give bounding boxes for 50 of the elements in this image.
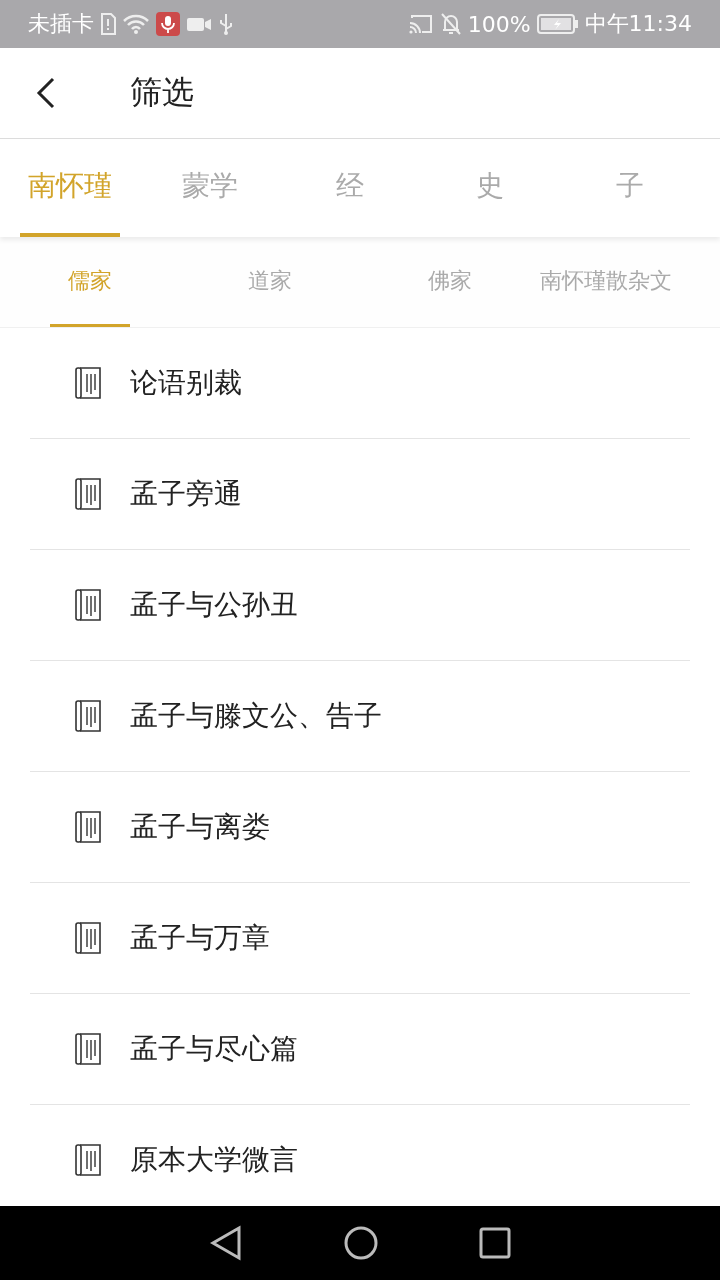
scroll-icon xyxy=(74,588,102,622)
book-item[interactable]: 孟子旁通 xyxy=(30,439,690,550)
subcategory-tab[interactable]: 儒家 xyxy=(50,237,130,327)
bell-off-icon xyxy=(439,12,462,36)
subcategory-tab[interactable]: 佛家 xyxy=(410,237,490,327)
scroll-icon xyxy=(74,810,102,844)
sim-card-icon xyxy=(100,13,116,35)
scroll-icon xyxy=(74,1032,102,1066)
scroll-icon xyxy=(74,699,102,733)
category-tab[interactable]: 经 xyxy=(300,139,400,237)
cast-icon xyxy=(407,13,434,35)
back-nav-button[interactable] xyxy=(209,1225,243,1261)
book-title: 孟子与离娄 xyxy=(130,809,270,845)
book-item[interactable]: 孟子与万章 xyxy=(30,883,690,994)
book-title: 孟子旁通 xyxy=(130,476,242,512)
book-title: 孟子与公孙丑 xyxy=(130,587,298,623)
book-item[interactable]: 论语别裁 xyxy=(30,328,690,439)
camera-icon xyxy=(186,15,212,33)
book-title: 孟子与万章 xyxy=(130,920,270,956)
triangle-icon xyxy=(209,1225,243,1261)
carrier-text: 未插卡 xyxy=(28,10,94,38)
back-chevron-icon xyxy=(36,77,56,109)
book-item[interactable]: 孟子与公孙丑 xyxy=(30,550,690,661)
book-title: 孟子与尽心篇 xyxy=(130,1031,298,1067)
book-item[interactable]: 孟子与离娄 xyxy=(30,772,690,883)
book-title: 孟子与滕文公、告子 xyxy=(130,698,382,734)
category-tab[interactable]: 子 xyxy=(580,139,680,237)
book-item[interactable]: 孟子与滕文公、告子 xyxy=(30,661,690,772)
recents-nav-button[interactable] xyxy=(479,1227,511,1259)
scroll-icon xyxy=(74,921,102,955)
subcategory-tab[interactable]: 道家 xyxy=(230,237,310,327)
page-title: 筛选 xyxy=(130,72,194,113)
battery-percent-text: 100% xyxy=(467,11,531,37)
square-icon xyxy=(479,1227,511,1259)
category-tab[interactable]: 蒙学 xyxy=(160,139,260,237)
scroll-icon xyxy=(74,366,102,400)
clock-text: 中午11:34 xyxy=(584,10,692,38)
wifi-icon xyxy=(122,13,150,35)
microphone-icon xyxy=(156,12,180,36)
battery-icon xyxy=(536,13,579,35)
scroll-icon xyxy=(74,1143,102,1177)
usb-icon xyxy=(218,12,234,36)
category-tab[interactable]: 史 xyxy=(440,139,540,237)
scroll-icon xyxy=(74,477,102,511)
subcategory-tab[interactable]: 南怀瑾散杂文 xyxy=(540,237,672,327)
home-nav-button[interactable] xyxy=(343,1225,379,1261)
book-item[interactable]: 孟子与尽心篇 xyxy=(30,994,690,1105)
book-title: 原本大学微言 xyxy=(130,1142,298,1178)
circle-icon xyxy=(343,1225,379,1261)
book-title: 论语别裁 xyxy=(130,365,242,401)
